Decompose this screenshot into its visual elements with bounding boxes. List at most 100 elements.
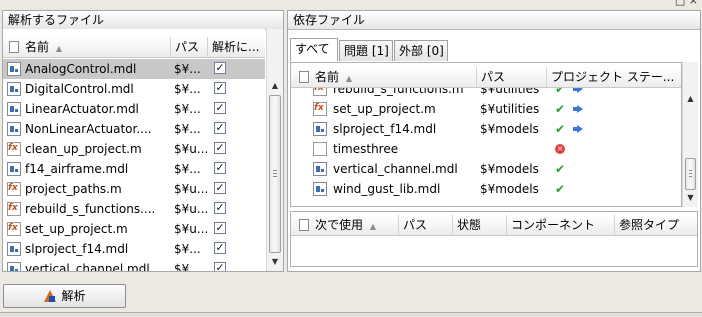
window-controls[interactable]: □ × bbox=[675, 0, 698, 7]
column-header-reference-type[interactable]: 参照タイプ bbox=[615, 215, 697, 235]
analyze-button[interactable]: 解析 bbox=[3, 284, 126, 308]
file-name: wind_gust_lib.mdl bbox=[333, 182, 441, 196]
include-checkbox[interactable]: ✓ bbox=[214, 262, 226, 271]
check-icon: ✔ bbox=[555, 102, 566, 116]
file-path: $¥... bbox=[174, 82, 201, 96]
file-path: $¥... bbox=[174, 262, 201, 271]
scroll-up-arrow-icon[interactable]: ▲ bbox=[683, 92, 698, 106]
arrow-right-icon bbox=[573, 105, 583, 113]
table-row[interactable]: timesthree ✕ bbox=[291, 139, 681, 159]
file-path: $¥u... bbox=[174, 202, 208, 216]
tab-problems[interactable]: 問題 [1] bbox=[339, 40, 393, 61]
table-row[interactable]: rebuild_s_functions.m $¥utilities ✔ bbox=[291, 88, 681, 99]
model-file-icon bbox=[313, 122, 327, 136]
arrow-right-icon bbox=[573, 125, 583, 133]
table-row[interactable]: project_paths.m $¥u... ✓ bbox=[3, 179, 265, 199]
column-header-component[interactable]: コンポーネント bbox=[507, 215, 615, 235]
scrollbar-thumb[interactable] bbox=[685, 158, 696, 190]
file-name: vertical_channel.mdl bbox=[25, 262, 150, 271]
table-row[interactable]: vertical_channel.mdl $¥... ✓ bbox=[3, 259, 265, 271]
column-header-name[interactable]: 名前 ▲ bbox=[3, 37, 171, 57]
check-icon: ✔ bbox=[555, 182, 566, 196]
file-path: $¥utilities bbox=[480, 88, 540, 96]
file-path: $¥... bbox=[174, 102, 201, 116]
column-header-name[interactable]: 名前 ▲ bbox=[291, 67, 477, 87]
include-checkbox[interactable]: ✓ bbox=[214, 222, 226, 234]
column-header-path[interactable]: パス bbox=[477, 67, 547, 87]
include-checkbox[interactable]: ✓ bbox=[214, 82, 226, 94]
sort-ascending-icon: ▲ bbox=[345, 74, 352, 83]
matlab-logo-icon bbox=[43, 290, 57, 302]
scroll-down-arrow-icon[interactable]: ▼ bbox=[267, 255, 283, 269]
file-name: rebuild_s_functions.m bbox=[333, 88, 464, 96]
table-row[interactable]: slproject_f14.mdl $¥models ✔ bbox=[291, 119, 681, 139]
file-name: LinearActuator.mdl bbox=[25, 102, 139, 116]
used-by-table: 次で使用 ▲ パス 状態 コンポーネント 参照タイプ bbox=[290, 211, 698, 267]
tab-external[interactable]: 外部 [0] bbox=[394, 40, 448, 61]
file-path: $¥... bbox=[174, 162, 201, 176]
sort-ascending-icon: ▲ bbox=[369, 222, 376, 231]
model-file-icon bbox=[7, 62, 21, 76]
m-file-icon bbox=[7, 142, 21, 156]
file-name: NonLinearActuator.... bbox=[25, 122, 152, 136]
tab-all[interactable]: すべて bbox=[290, 38, 338, 61]
file-name: set_up_project.m bbox=[25, 222, 128, 236]
scroll-down-arrow-icon[interactable]: ▼ bbox=[683, 191, 698, 205]
column-name-label: 名前 bbox=[315, 70, 340, 84]
file-name: project_paths.m bbox=[25, 182, 122, 196]
check-icon: ✔ bbox=[555, 162, 566, 176]
include-checkbox[interactable]: ✓ bbox=[214, 182, 226, 194]
column-header-path[interactable]: パス bbox=[171, 37, 208, 57]
include-checkbox[interactable]: ✓ bbox=[214, 62, 226, 74]
document-icon bbox=[299, 219, 309, 231]
m-file-icon bbox=[7, 202, 21, 216]
table-row[interactable]: rebuild_s_functions.... $¥u... ✓ bbox=[3, 199, 265, 219]
left-vertical-scrollbar[interactable]: ▲ ▼ bbox=[266, 29, 283, 271]
files-to-analyze-rows: AnalogControl.mdl $¥... ✓ DigitalControl.md… bbox=[3, 59, 265, 271]
dependency-table: 名前 ▲ パス プロジェクト ステー... rebuild_s_function… bbox=[290, 62, 682, 207]
file-path: $¥models bbox=[480, 182, 539, 196]
table-row[interactable]: clean_up_project.m $¥u... ✓ bbox=[3, 139, 265, 159]
column-header-project-status[interactable]: プロジェクト ステー... bbox=[547, 67, 681, 87]
column-used-by-label: 次で使用 bbox=[315, 218, 364, 232]
table-row[interactable]: wind_gust_lib.mdl $¥models ✔ bbox=[291, 179, 681, 199]
dependency-tabs: すべて 問題 [1] 外部 [0] bbox=[290, 38, 700, 62]
table-row[interactable]: vertical_channel.mdl $¥models ✔ bbox=[291, 159, 681, 179]
table-row[interactable]: NonLinearActuator.... $¥... ✓ bbox=[3, 119, 265, 139]
scrollbar-thumb[interactable] bbox=[269, 95, 281, 253]
file-name: AnalogControl.mdl bbox=[25, 62, 137, 76]
model-file-icon bbox=[313, 162, 327, 176]
column-header-analyze[interactable]: 解析に... bbox=[208, 37, 265, 57]
table-row[interactable]: LinearActuator.mdl $¥... ✓ bbox=[3, 99, 265, 119]
table-row[interactable]: f14_airframe.mdl $¥... ✓ bbox=[3, 159, 265, 179]
table-row[interactable]: set_up_project.m $¥u... ✓ bbox=[3, 219, 265, 239]
document-icon bbox=[299, 71, 309, 83]
file-path: $¥... bbox=[174, 242, 201, 256]
table-header: 次で使用 ▲ パス 状態 コンポーネント 参照タイプ bbox=[291, 215, 697, 236]
table-row[interactable]: AnalogControl.mdl $¥... ✓ bbox=[3, 59, 265, 79]
right-vertical-scrollbar[interactable]: ▲ ▼ bbox=[682, 62, 698, 207]
include-checkbox[interactable]: ✓ bbox=[214, 162, 226, 174]
model-file-icon bbox=[7, 102, 21, 116]
column-header-state[interactable]: 状態 bbox=[453, 215, 507, 235]
table-row[interactable]: set_up_project.m $¥utilities ✔ bbox=[291, 99, 681, 119]
file-path: $¥u... bbox=[174, 182, 208, 196]
m-file-icon bbox=[7, 222, 21, 236]
file-path: $¥... bbox=[174, 62, 201, 76]
table-row[interactable]: DigitalControl.mdl $¥... ✓ bbox=[3, 79, 265, 99]
include-checkbox[interactable]: ✓ bbox=[214, 242, 226, 254]
dependency-rows: rebuild_s_functions.m$¥utilities✔set_up_… bbox=[291, 88, 681, 206]
table-header: 名前 ▲ パス プロジェクト ステー... bbox=[291, 67, 681, 88]
file-path: $¥models bbox=[480, 162, 539, 176]
dependent-files-panel: 依存ファイル すべて 問題 [1] 外部 [0] 名前 ▲ パス プロジェクト … bbox=[287, 10, 701, 272]
include-checkbox[interactable]: ✓ bbox=[214, 102, 226, 114]
include-checkbox[interactable]: ✓ bbox=[214, 142, 226, 154]
table-row[interactable]: slproject_f14.mdl $¥... ✓ bbox=[3, 239, 265, 259]
model-file-icon bbox=[7, 122, 21, 136]
column-header-path[interactable]: パス bbox=[399, 215, 453, 235]
column-header-used-by[interactable]: 次で使用 ▲ bbox=[291, 215, 399, 235]
scroll-up-arrow-icon[interactable]: ▲ bbox=[267, 79, 283, 93]
m-file-icon bbox=[313, 102, 327, 116]
include-checkbox[interactable]: ✓ bbox=[214, 122, 226, 134]
include-checkbox[interactable]: ✓ bbox=[214, 202, 226, 214]
